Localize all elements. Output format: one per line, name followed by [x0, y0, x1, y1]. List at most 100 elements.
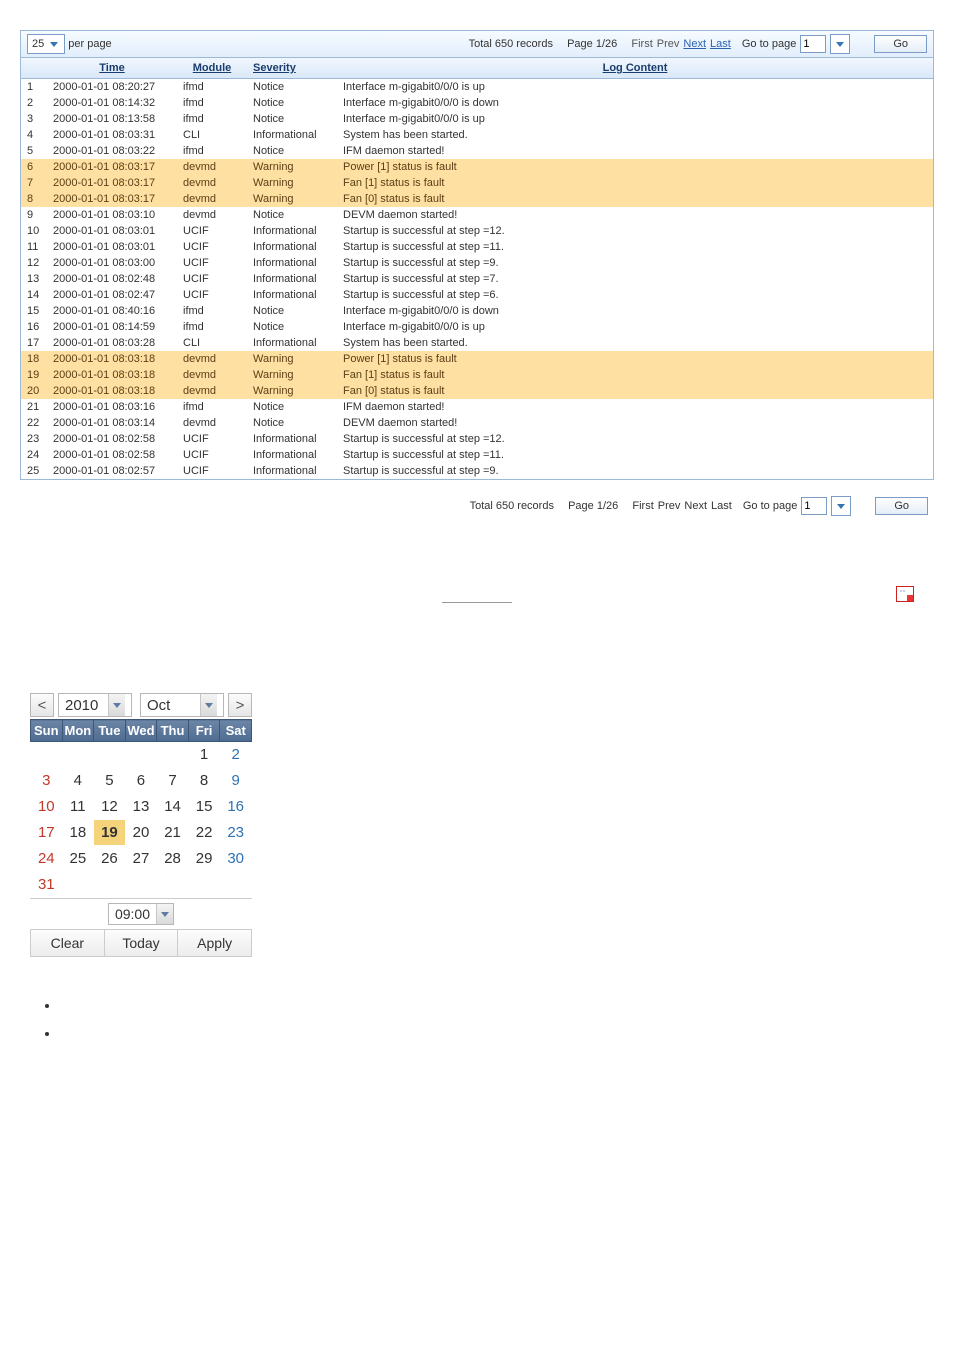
table-row[interactable]: 102000-01-01 08:03:01UCIFInformationalSt…	[21, 223, 933, 239]
table-row[interactable]: 162000-01-01 08:14:59ifmdNoticeInterface…	[21, 319, 933, 335]
cal-prev-button[interactable]: <	[30, 693, 54, 717]
cal-day[interactable]: 28	[157, 846, 189, 872]
table-row[interactable]: 62000-01-01 08:03:17devmdWarningPower [1…	[21, 159, 933, 175]
cal-day[interactable]: 25	[62, 846, 94, 872]
cal-day[interactable]: 3	[31, 768, 63, 794]
cell-content: Startup is successful at step =11.	[337, 239, 933, 255]
cell-time: 2000-01-01 08:03:17	[47, 175, 177, 191]
cell-module: ifmd	[177, 399, 247, 415]
table-row[interactable]: 242000-01-01 08:02:58UCIFInformationalSt…	[21, 447, 933, 463]
cal-day[interactable]: 24	[31, 846, 63, 872]
cell-time: 2000-01-01 08:03:18	[47, 351, 177, 367]
cal-day[interactable]: 21	[157, 820, 189, 846]
table-row[interactable]: 32000-01-01 08:13:58ifmdNoticeInterface …	[21, 111, 933, 127]
per-page-label: per page	[68, 38, 111, 50]
table-row[interactable]: 92000-01-01 08:03:10devmdNoticeDEVM daem…	[21, 207, 933, 223]
cell-severity: Warning	[247, 159, 337, 175]
table-row[interactable]: 12000-01-01 08:20:27ifmdNoticeInterface …	[21, 79, 933, 96]
cal-day[interactable]: 12	[94, 794, 126, 820]
cal-day[interactable]: 30	[220, 846, 252, 872]
cal-day[interactable]: 10	[31, 794, 63, 820]
cal-day[interactable]: 26	[94, 846, 126, 872]
cal-today-button[interactable]: Today	[105, 930, 179, 957]
prev-link[interactable]: Prev	[657, 38, 680, 50]
goto-input[interactable]	[801, 497, 827, 515]
cal-month-select[interactable]: Oct	[140, 693, 224, 717]
cal-time-select[interactable]: 09:00	[108, 903, 174, 925]
cal-apply-button[interactable]: Apply	[178, 930, 252, 957]
cal-day[interactable]: 22	[188, 820, 220, 846]
table-row[interactable]: 82000-01-01 08:03:17devmdWarningFan [0] …	[21, 191, 933, 207]
table-row[interactable]: 42000-01-01 08:03:31CLIInformationalSyst…	[21, 127, 933, 143]
cal-day[interactable]: 16	[220, 794, 252, 820]
table-row[interactable]: 232000-01-01 08:02:58UCIFInformationalSt…	[21, 431, 933, 447]
next-link[interactable]: Next	[683, 38, 706, 50]
cal-day[interactable]: 4	[62, 768, 94, 794]
table-row[interactable]: 252000-01-01 08:02:57UCIFInformationalSt…	[21, 463, 933, 479]
next-link[interactable]: Next	[684, 500, 707, 512]
cal-day[interactable]: 27	[125, 846, 157, 872]
table-row[interactable]: 22000-01-01 08:14:32ifmdNoticeInterface …	[21, 95, 933, 111]
table-row[interactable]: 142000-01-01 08:02:47UCIFInformationalSt…	[21, 287, 933, 303]
table-row[interactable]: 132000-01-01 08:02:48UCIFInformationalSt…	[21, 271, 933, 287]
goto-select[interactable]	[831, 496, 851, 516]
cell-content: System has been started.	[337, 127, 933, 143]
cal-day[interactable]: 31	[31, 872, 63, 898]
table-row[interactable]: 122000-01-01 08:03:00UCIFInformationalSt…	[21, 255, 933, 271]
cal-day[interactable]: 20	[125, 820, 157, 846]
go-button[interactable]: Go	[875, 497, 928, 515]
last-link[interactable]: Last	[710, 38, 731, 50]
table-row[interactable]: 112000-01-01 08:03:01UCIFInformationalSt…	[21, 239, 933, 255]
table-row[interactable]: 182000-01-01 08:03:18devmdWarningPower […	[21, 351, 933, 367]
table-row[interactable]: 172000-01-01 08:03:28CLIInformationalSys…	[21, 335, 933, 351]
cal-day[interactable]: 11	[62, 794, 94, 820]
th-module[interactable]: Module	[177, 58, 247, 79]
cal-day[interactable]: 17	[31, 820, 63, 846]
th-severity[interactable]: Severity	[247, 58, 337, 79]
go-button[interactable]: Go	[874, 35, 927, 53]
per-page-select[interactable]: 25	[27, 34, 65, 54]
cal-year-select[interactable]: 2010	[58, 693, 132, 717]
cal-day[interactable]: 19	[94, 820, 126, 846]
first-link[interactable]: First	[631, 38, 652, 50]
cal-day[interactable]: 2	[220, 742, 252, 768]
table-row[interactable]: 52000-01-01 08:03:22ifmdNoticeIFM daemon…	[21, 143, 933, 159]
chevron-down-icon	[161, 912, 169, 917]
first-link[interactable]: First	[632, 500, 653, 512]
cell-severity: Informational	[247, 447, 337, 463]
cal-day[interactable]: 15	[188, 794, 220, 820]
cell-index: 24	[21, 447, 47, 463]
cell-module: UCIF	[177, 447, 247, 463]
cal-day	[62, 872, 94, 898]
table-row[interactable]: 212000-01-01 08:03:16ifmdNoticeIFM daemo…	[21, 399, 933, 415]
prev-link[interactable]: Prev	[658, 500, 681, 512]
bullet-list	[60, 997, 954, 1041]
cal-day[interactable]: 9	[220, 768, 252, 794]
cal-clear-button[interactable]: Clear	[30, 930, 105, 957]
table-row[interactable]: 202000-01-01 08:03:18devmdWarningFan [0]…	[21, 383, 933, 399]
cal-day[interactable]: 8	[188, 768, 220, 794]
cal-dow: Sun	[31, 720, 63, 742]
cal-day[interactable]: 13	[125, 794, 157, 820]
cal-day[interactable]: 18	[62, 820, 94, 846]
th-content[interactable]: Log Content	[337, 58, 933, 79]
cal-day[interactable]: 6	[125, 768, 157, 794]
cal-day[interactable]: 5	[94, 768, 126, 794]
goto-input[interactable]	[800, 35, 826, 53]
goto-select[interactable]	[830, 34, 850, 54]
cal-day[interactable]: 23	[220, 820, 252, 846]
cal-day[interactable]: 7	[157, 768, 189, 794]
table-row[interactable]: 72000-01-01 08:03:17devmdWarningFan [1] …	[21, 175, 933, 191]
cell-index: 12	[21, 255, 47, 271]
th-time[interactable]: Time	[47, 58, 177, 79]
cal-day[interactable]: 1	[188, 742, 220, 768]
cal-day[interactable]: 14	[157, 794, 189, 820]
table-row[interactable]: 152000-01-01 08:40:16ifmdNoticeInterface…	[21, 303, 933, 319]
cal-day[interactable]: 29	[188, 846, 220, 872]
table-row[interactable]: 192000-01-01 08:03:18devmdWarningFan [1]…	[21, 367, 933, 383]
table-row[interactable]: 222000-01-01 08:03:14devmdNoticeDEVM dae…	[21, 415, 933, 431]
last-link[interactable]: Last	[711, 500, 732, 512]
detail-icon[interactable]	[896, 586, 914, 602]
cell-time: 2000-01-01 08:03:16	[47, 399, 177, 415]
cal-next-button[interactable]: >	[228, 693, 252, 717]
